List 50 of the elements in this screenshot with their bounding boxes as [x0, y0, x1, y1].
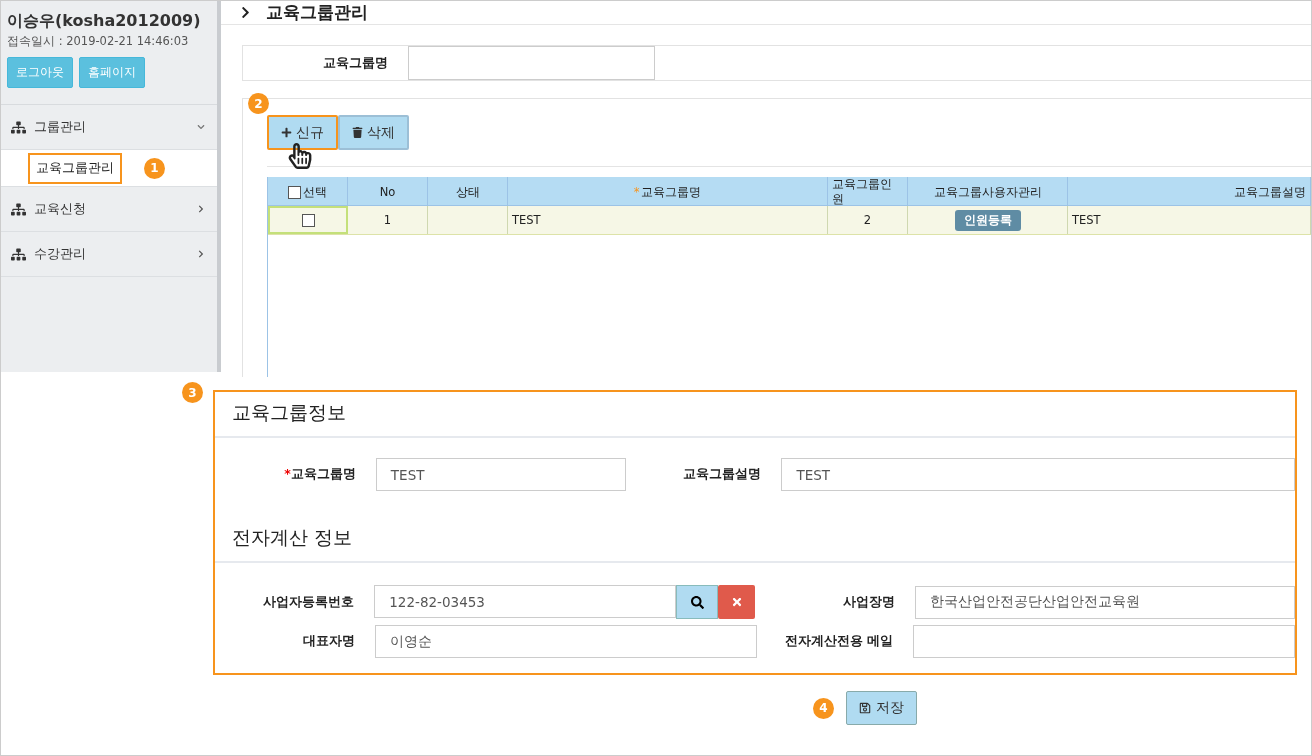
table-cell: 2	[828, 206, 908, 234]
step-badge: 3	[182, 382, 203, 403]
field-label: 교육그룹설명	[682, 466, 763, 483]
section-title: 전자계산 정보	[215, 525, 1295, 563]
input-field[interactable]: 한국산업안전공단산업안전교육원	[914, 585, 1295, 619]
submenu-item[interactable]: 교육그룹관리	[28, 152, 122, 184]
register-button[interactable]: 인원등록	[954, 209, 1021, 231]
input-field[interactable]: TEST	[375, 458, 626, 491]
field-label: 대표자명	[301, 633, 356, 650]
login-time: 접속일시 : 2019-02-21 14:46:03	[7, 34, 190, 49]
trash-icon	[352, 127, 363, 138]
menu-item[interactable]: 교육신청	[1, 187, 217, 232]
close-icon	[730, 596, 743, 608]
chevron-right-icon	[239, 6, 252, 19]
input-field[interactable]	[912, 625, 1295, 658]
input-field[interactable]: 이영순	[374, 625, 757, 658]
section-title: 교육그룹정보	[215, 400, 1295, 438]
chevron-right-icon	[197, 205, 205, 213]
input-field[interactable]: 122-82-03453	[374, 585, 677, 618]
table-cell: 1	[348, 206, 428, 234]
field-label: 전자계산전용 메일	[783, 633, 894, 650]
step-badge: 1	[144, 157, 165, 179]
field-label: 교육그룹명	[323, 54, 388, 72]
sitemap-icon	[11, 246, 26, 262]
menu-item[interactable]: 수강관리	[1, 232, 217, 277]
search-icon	[690, 595, 704, 609]
input-field[interactable]	[408, 46, 655, 80]
table-cell: TEST	[1068, 206, 1311, 234]
user-name: 이승우(kosha2012009)	[7, 11, 202, 32]
chevron-down-icon	[197, 123, 205, 131]
table-cell: TEST	[508, 206, 828, 234]
checkbox[interactable]	[301, 213, 315, 227]
sitemap-icon	[11, 119, 26, 135]
sitemap-icon	[11, 201, 26, 217]
field-label: 사업장명	[841, 593, 896, 611]
plus-icon	[281, 127, 292, 138]
field-label: *교육그룹명	[283, 466, 357, 483]
chevron-right-icon	[197, 250, 205, 258]
search-button[interactable]	[676, 585, 719, 619]
input-field[interactable]: TEST	[781, 458, 1295, 491]
step-badge: 2	[248, 93, 269, 114]
delete-button[interactable]: 삭제	[338, 115, 409, 150]
clear-button[interactable]	[718, 585, 756, 619]
page-title: 교육그룹관리	[266, 1, 368, 24]
field-label: 사업자등록번호	[262, 593, 356, 611]
column-header: 선택	[268, 177, 348, 207]
hand-cursor-icon	[287, 143, 313, 169]
new-button[interactable]: 신규	[267, 115, 338, 150]
step-badge: 4	[813, 697, 834, 719]
save-button[interactable]: 저장	[846, 691, 917, 725]
